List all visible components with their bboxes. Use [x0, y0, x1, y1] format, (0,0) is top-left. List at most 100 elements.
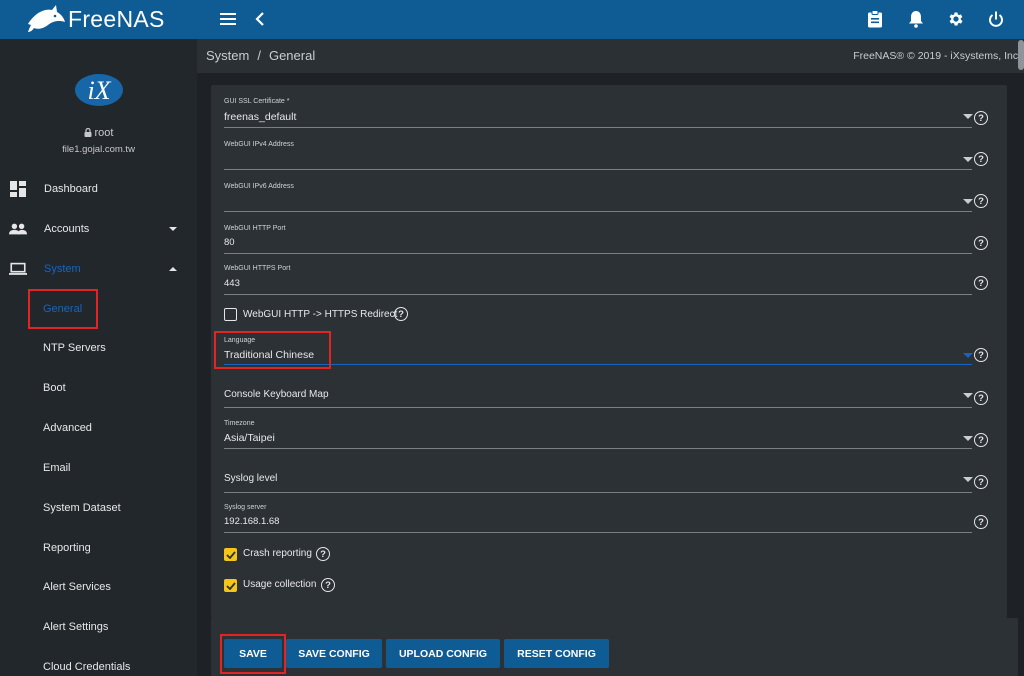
- settings-button[interactable]: [945, 8, 967, 30]
- highlight-box-save: [220, 634, 286, 674]
- field-label: Syslog server: [224, 504, 267, 511]
- people-icon: [9, 220, 27, 238]
- language-select[interactable]: Language Traditional Chinese: [224, 336, 973, 368]
- sidebar-item-label: Dashboard: [44, 183, 98, 195]
- syslog-level-select[interactable]: Syslog level: [224, 467, 973, 499]
- top-bar: FreeNAS: [0, 0, 1024, 39]
- help-icon[interactable]: ?: [321, 578, 335, 592]
- ix-avatar-icon: iX: [75, 74, 123, 106]
- sidebar-item-label: Alert Services: [43, 581, 111, 593]
- sidebar-subitem-alert-settings[interactable]: Alert Settings: [0, 610, 197, 644]
- syslog-server-input[interactable]: Syslog server 192.168.1.68: [224, 503, 972, 535]
- help-icon[interactable]: ?: [394, 307, 408, 321]
- help-icon[interactable]: ?: [974, 475, 988, 489]
- bell-icon: [909, 11, 923, 28]
- checkmark-icon: [225, 550, 236, 559]
- sidebar-subitem-reporting[interactable]: Reporting: [0, 531, 197, 565]
- sidebar-item-label: NTP Servers: [43, 342, 106, 354]
- sidebar-item-label: Accounts: [44, 223, 90, 235]
- sidebar-item-dashboard[interactable]: Dashboard: [0, 171, 197, 207]
- field-label: GUI SSL Certificate *: [224, 98, 290, 105]
- https-redirect-checkbox[interactable]: [224, 308, 237, 321]
- scrollbar-thumb[interactable]: [1018, 40, 1024, 70]
- sidebar-item-label: Boot: [43, 382, 66, 394]
- sidebar-item-label: Email: [43, 462, 71, 474]
- dropdown-arrow-icon: [963, 157, 973, 162]
- menu-toggle-button[interactable]: [217, 8, 239, 30]
- dropdown-arrow-icon: [963, 477, 973, 482]
- help-icon[interactable]: ?: [974, 348, 988, 362]
- field-label: WebGUI IPv6 Address: [224, 183, 294, 190]
- dropdown-arrow-icon: [963, 393, 973, 398]
- highlight-box-language: [214, 331, 331, 369]
- checkmark-icon: [225, 581, 236, 590]
- freenas-logo[interactable]: FreeNAS: [26, 3, 176, 35]
- save-config-button[interactable]: SAVE CONFIG: [286, 639, 382, 668]
- sidebar: iX root file1.gojal.com.tw Dashboard Acc…: [0, 39, 197, 676]
- sidebar-item-accounts[interactable]: Accounts: [0, 211, 197, 247]
- username: root: [94, 127, 114, 139]
- gear-icon: [949, 12, 963, 26]
- chevron-left-icon: [255, 12, 264, 26]
- ipv4-address-select[interactable]: WebGUI IPv4 Address: [224, 140, 973, 172]
- svg-text:iX: iX: [87, 76, 111, 105]
- collapse-sidebar-button[interactable]: [249, 8, 271, 30]
- help-icon[interactable]: ?: [974, 152, 988, 166]
- power-button[interactable]: [985, 8, 1007, 30]
- sidebar-item-label: Reporting: [43, 542, 91, 554]
- http-port-input[interactable]: WebGUI HTTP Port 80: [224, 224, 972, 256]
- task-manager-button[interactable]: [864, 8, 886, 30]
- breadcrumb-parent[interactable]: System: [206, 48, 249, 63]
- ipv6-address-select[interactable]: WebGUI IPv6 Address: [224, 182, 973, 214]
- usage-collection-label: Usage collection: [243, 579, 317, 590]
- sidebar-subitem-cloud-credentials[interactable]: Cloud Credentials: [0, 650, 197, 676]
- sidebar-item-label: Alert Settings: [43, 621, 109, 633]
- alerts-button[interactable]: [905, 8, 927, 30]
- https-port-input[interactable]: WebGUI HTTPS Port 443: [224, 264, 972, 296]
- sidebar-item-label: Advanced: [43, 422, 92, 434]
- help-icon[interactable]: ?: [974, 276, 988, 290]
- ssl-certificate-select[interactable]: GUI SSL Certificate * freenas_default: [224, 97, 973, 129]
- sidebar-subitem-alert-services[interactable]: Alert Services: [0, 570, 197, 604]
- timezone-select[interactable]: Timezone Asia/Taipei: [224, 419, 973, 451]
- field-value: Asia/Taipei: [224, 432, 275, 444]
- menu-icon: [220, 13, 236, 25]
- dashboard-icon: [9, 180, 27, 198]
- field-label: WebGUI IPv4 Address: [224, 141, 294, 148]
- reset-config-button[interactable]: RESET CONFIG: [504, 639, 609, 668]
- sidebar-subitem-advanced[interactable]: Advanced: [0, 411, 197, 445]
- dropdown-arrow-icon: [963, 436, 973, 441]
- sidebar-subitem-email[interactable]: Email: [0, 451, 197, 485]
- field-label: WebGUI HTTPS Port: [224, 265, 291, 272]
- https-redirect-label: WebGUI HTTP -> HTTPS Redirect: [243, 309, 398, 320]
- breadcrumb-bar: System / General FreeNAS® © 2019 - iXsyste…: [197, 39, 1024, 73]
- breadcrumb-current: General: [268, 48, 316, 63]
- sidebar-subitem-ntp-servers[interactable]: NTP Servers: [0, 331, 197, 365]
- help-icon[interactable]: ?: [974, 391, 988, 405]
- sidebar-item-system[interactable]: System: [0, 251, 197, 287]
- keyboard-map-select[interactable]: Console Keyboard Map: [224, 383, 973, 415]
- logo-text: FreeNAS: [68, 5, 165, 32]
- help-icon[interactable]: ?: [974, 236, 988, 250]
- crash-reporting-label: Crash reporting: [243, 548, 312, 559]
- field-value: 192.168.1.68: [224, 516, 280, 527]
- dropdown-arrow-icon: [963, 114, 973, 119]
- field-label: Timezone: [224, 420, 255, 427]
- laptop-icon: [9, 260, 27, 278]
- field-value: 80: [224, 237, 235, 248]
- crash-reporting-checkbox[interactable]: [224, 548, 237, 561]
- sidebar-item-label: System: [44, 263, 81, 275]
- sidebar-subitem-system-dataset[interactable]: System Dataset: [0, 491, 197, 525]
- user-info: root: [0, 127, 197, 139]
- breadcrumb-separator: /: [257, 48, 261, 63]
- field-label: WebGUI HTTP Port: [224, 225, 286, 232]
- help-icon[interactable]: ?: [316, 547, 330, 561]
- sidebar-subitem-boot[interactable]: Boot: [0, 371, 197, 405]
- highlight-box-general: [28, 289, 98, 329]
- usage-collection-checkbox[interactable]: [224, 579, 237, 592]
- upload-config-button[interactable]: UPLOAD CONFIG: [386, 639, 500, 668]
- help-icon[interactable]: ?: [974, 515, 988, 529]
- help-icon[interactable]: ?: [974, 433, 988, 447]
- help-icon[interactable]: ?: [974, 194, 988, 208]
- help-icon[interactable]: ?: [974, 111, 988, 125]
